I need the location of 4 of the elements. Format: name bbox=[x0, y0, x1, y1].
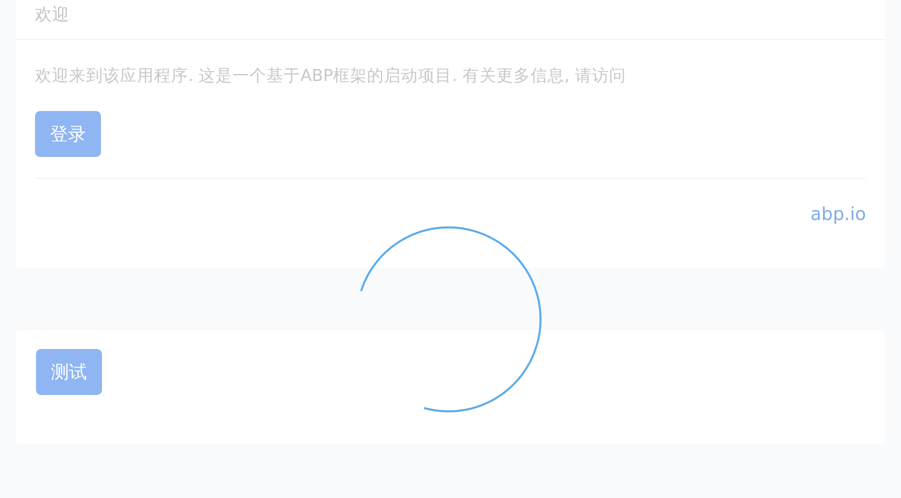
login-button[interactable]: 登录 bbox=[35, 111, 101, 157]
test-button[interactable]: 测试 bbox=[36, 349, 102, 395]
abp-link[interactable]: abp.io bbox=[810, 203, 866, 227]
card-title: 欢迎 bbox=[16, 0, 885, 40]
